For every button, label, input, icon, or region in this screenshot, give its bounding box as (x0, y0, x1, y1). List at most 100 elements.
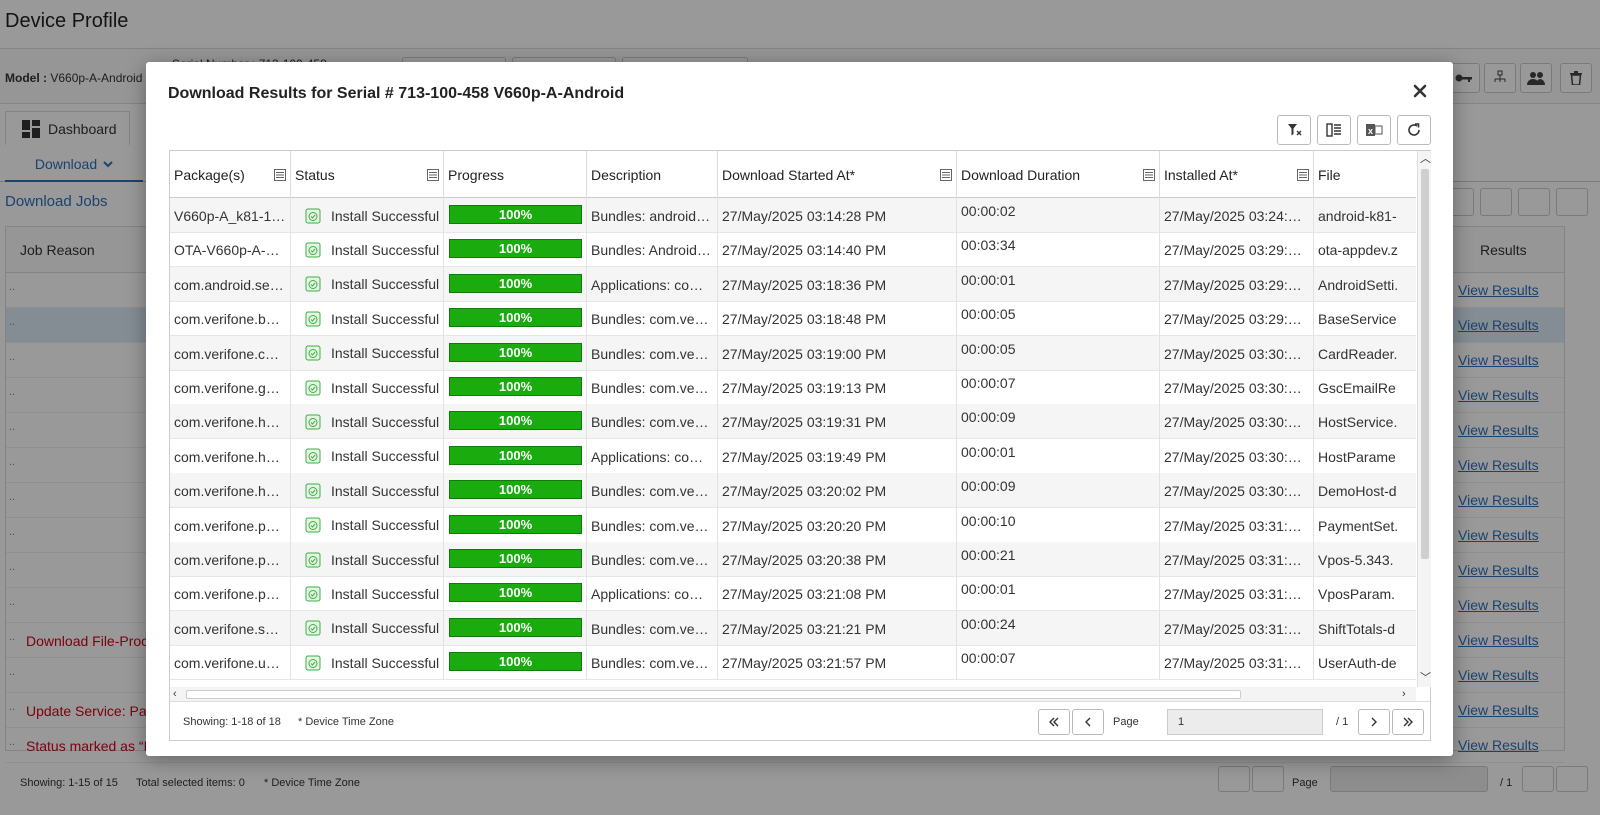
table-row[interactable]: com.verifone.ba… Install Successful 100% Bu… (170, 301, 1416, 337)
status-label: Install Successful (331, 448, 440, 465)
col-header-label: Description (591, 167, 662, 183)
table-row[interactable]: com.verifone.pa… Install Successful 100% Bu… (170, 507, 1416, 543)
download-started-cell: 27/May/2025 03:18:48 PM (718, 301, 957, 337)
double-chevron-right-icon (1403, 717, 1413, 727)
table-row[interactable]: com.verifone.ho… Install Successful 100% Bu… (170, 473, 1416, 509)
progress-bar: 100% (449, 273, 582, 293)
download-duration-cell: 00:00:05 (957, 301, 1160, 337)
description-cell: Applications: com.… (587, 438, 718, 474)
column-menu-icon[interactable] (1143, 168, 1155, 181)
table-row[interactable]: OTA-V660p-A-6.… Install Successful 100% Bun… (170, 232, 1416, 268)
col-header-installed[interactable]: Installed At* (1160, 151, 1314, 198)
install-success-icon (305, 242, 321, 258)
progress-bar: 100% (449, 411, 582, 431)
export-icon[interactable]: x (1357, 115, 1391, 145)
horizontal-scroll-thumb[interactable] (186, 690, 1241, 699)
scroll-up-icon[interactable]: ︿ (1420, 152, 1431, 166)
col-header-package[interactable]: Package(s) (170, 151, 291, 198)
col-header-duration[interactable]: Download Duration (957, 151, 1160, 198)
table-row[interactable]: V660p-A_k81-1.… Install Successful 100% Bun… (170, 198, 1416, 233)
scroll-left-icon[interactable]: ‹ (173, 687, 177, 701)
last-page-button[interactable] (1392, 709, 1424, 735)
download-started-cell: 27/May/2025 03:19:00 PM (718, 335, 957, 371)
package-cell: com.verifone.po… (170, 576, 291, 612)
status-label: Install Successful (331, 585, 440, 602)
table-row[interactable]: com.verifone.po… Install Successful 100% Ap… (170, 576, 1416, 612)
column-menu-icon[interactable] (274, 168, 286, 181)
progress-bar: 100% (449, 617, 582, 637)
description-cell: Bundles: com.verif… (587, 301, 718, 337)
scroll-down-icon[interactable]: ﹀ (1420, 671, 1431, 685)
horizontal-scrollbar[interactable]: ‹ › (170, 687, 1416, 701)
col-header-label: File (1318, 167, 1341, 183)
refresh-icon[interactable] (1397, 115, 1431, 145)
col-header-description[interactable]: Description (587, 151, 718, 198)
file-cell: PaymentSet. (1314, 508, 1416, 543)
file-cell: GscEmailRe (1314, 370, 1416, 405)
modal-toolbar: x (1277, 115, 1431, 145)
status-cell: Install Successful (291, 404, 444, 440)
table-row[interactable]: com.verifone.car… Install Successful 100% B… (170, 335, 1416, 371)
timezone-note: * Device Time Zone (298, 716, 394, 728)
progress-cell: 100% (444, 266, 587, 302)
columns-icon[interactable] (1317, 115, 1351, 145)
svg-text:x: x (1368, 126, 1373, 136)
installed-at-cell: 27/May/2025 03:31:32… (1160, 576, 1314, 612)
page-total: / 1 (1336, 716, 1349, 728)
page-input[interactable] (1167, 709, 1323, 735)
installed-at-cell: 27/May/2025 03:29:42… (1160, 266, 1314, 302)
table-row[interactable]: com.android.sett… Install Successful 100% A… (170, 266, 1416, 302)
installed-at-cell: 27/May/2025 03:31:44… (1160, 610, 1314, 646)
col-header-label: Package(s) (174, 167, 245, 183)
col-header-started[interactable]: Download Started At* (718, 151, 957, 198)
status-label: Install Successful (331, 241, 440, 258)
status-cell: Install Successful (291, 610, 444, 646)
status-label: Install Successful (331, 620, 440, 637)
package-cell: com.verifone.us… (170, 645, 291, 681)
installed-at-cell: 27/May/2025 03:30:30… (1160, 404, 1314, 440)
status-label: Install Successful (331, 379, 440, 396)
table-row[interactable]: com.verifone.us… Install Successful 100% Bu… (170, 645, 1416, 681)
install-success-icon (305, 276, 321, 292)
col-header-label: Installed At* (1164, 167, 1238, 183)
install-success-icon (305, 448, 321, 464)
close-icon[interactable] (1409, 80, 1431, 102)
installed-at-cell: 27/May/2025 03:29:27… (1160, 232, 1314, 268)
download-duration-cell: 00:00:07 (957, 370, 1160, 405)
status-cell: Install Successful (291, 198, 444, 233)
column-menu-icon[interactable] (940, 168, 952, 181)
filter-icon[interactable] (1277, 115, 1311, 145)
table-row[interactable]: com.verifone.ho… Install Successful 100% Ap… (170, 438, 1416, 474)
chevron-left-icon (1085, 717, 1091, 727)
install-success-icon (305, 345, 321, 361)
progress-cell: 100% (444, 542, 587, 577)
status-label: Install Successful (331, 413, 440, 430)
description-cell: Applications: com.… (587, 266, 718, 302)
grid-header: Package(s) Status Progress Description Downl… (170, 151, 1416, 198)
table-row[interactable]: com.verifone.ho… Install Successful 100% Bu… (170, 404, 1416, 440)
col-header-status[interactable]: Status (291, 151, 444, 198)
table-row[interactable]: com.verifone.gs… Install Successful 100% Bu… (170, 370, 1416, 405)
download-duration-cell: 00:00:02 (957, 198, 1160, 233)
first-page-button[interactable] (1038, 709, 1070, 735)
vertical-scrollbar[interactable]: ︿ ﹀ (1417, 151, 1431, 687)
installed-at-cell: 27/May/2025 03:30:54… (1160, 473, 1314, 509)
col-header-file[interactable]: File (1314, 151, 1416, 198)
download-duration-cell: 00:00:10 (957, 507, 1160, 543)
status-label: Install Successful (331, 482, 440, 499)
column-menu-icon[interactable] (1297, 168, 1309, 181)
prev-page-button[interactable] (1072, 709, 1104, 735)
table-row[interactable]: com.verifone.po… Install Successful 100% Bu… (170, 542, 1416, 577)
file-cell: ota-appdev.z (1314, 232, 1416, 267)
col-header-progress[interactable]: Progress (444, 151, 587, 198)
install-success-icon (305, 655, 321, 671)
double-chevron-left-icon (1049, 717, 1059, 727)
vertical-scroll-thumb[interactable] (1421, 169, 1429, 559)
scroll-right-icon[interactable]: › (1402, 687, 1406, 701)
col-header-label: Download Started At* (722, 167, 856, 183)
next-page-button[interactable] (1358, 709, 1390, 735)
table-row[interactable]: com.verifone.shi… Install Successful 100% B… (170, 610, 1416, 646)
column-menu-icon[interactable] (427, 168, 439, 181)
package-cell: OTA-V660p-A-6.… (170, 232, 291, 268)
download-duration-cell: 00:00:07 (957, 645, 1160, 681)
